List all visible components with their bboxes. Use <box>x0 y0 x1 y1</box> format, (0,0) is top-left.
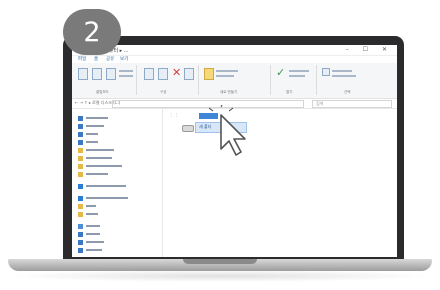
select-none-label <box>332 75 356 77</box>
folder-icon <box>78 163 83 169</box>
select-all-icon[interactable] <box>322 68 330 76</box>
folder-icon <box>78 171 83 177</box>
cube-icon <box>78 231 83 237</box>
folder-icon <box>78 155 83 161</box>
group-label-open: 열기 <box>286 90 293 94</box>
easy-access-label <box>216 75 234 77</box>
copy-to-icon[interactable] <box>158 68 168 80</box>
nav-item-downloads-2[interactable] <box>78 239 104 245</box>
cloud-icon <box>78 183 83 189</box>
mouse-pointer-icon <box>209 105 246 156</box>
nav-item-onedrive-personal[interactable] <box>78 195 128 201</box>
ribbon-tabs: 파일 홈 공유 보기 <box>72 55 397 63</box>
copy-icon[interactable] <box>92 68 102 80</box>
tab-view[interactable]: 보기 <box>120 56 128 62</box>
group-label-new: 새로 만들기 <box>220 90 238 94</box>
path-field[interactable] <box>112 100 304 108</box>
documents-icon <box>78 131 83 137</box>
ribbon-group-organize: ✕ 구성 <box>138 65 199 95</box>
drive-icon[interactable] <box>182 125 194 132</box>
folder-icon <box>78 211 83 217</box>
nav-item-3d[interactable] <box>78 231 100 237</box>
ribbon-group-new: 새로 만들기 <box>200 65 271 95</box>
desktop-icon <box>78 115 83 121</box>
laptop-shadow <box>4 270 436 282</box>
ribbon-group-select: 선택 <box>318 65 392 95</box>
nav-item-onedrive[interactable] <box>78 183 126 189</box>
step-number: 2 <box>83 16 101 48</box>
copy-path-label <box>119 75 133 77</box>
ribbon-group-open: ✓ 열기 <box>272 65 317 95</box>
select-all-label <box>332 70 352 72</box>
nav-item-desktop[interactable] <box>78 115 108 121</box>
laptop-notch <box>183 259 257 264</box>
ribbon: 클립보드 ✕ 구성 새로 만들기 ✓ 열기 선택 <box>72 63 397 99</box>
folder-icon <box>78 147 83 153</box>
nav-item-this-pc[interactable] <box>78 223 100 229</box>
group-label-select: 선택 <box>344 90 351 94</box>
group-label-clipboard: 클립보드 <box>96 90 109 94</box>
cloud-icon <box>78 195 83 201</box>
nav-item-documents[interactable] <box>78 131 98 137</box>
nav-item-folder-4[interactable] <box>78 171 108 177</box>
open-label <box>289 70 309 72</box>
move-icon[interactable] <box>144 68 154 80</box>
documents-icon <box>78 247 83 253</box>
file-list: ⋮ ⋮ 새 폴더 <box>163 109 397 257</box>
pictures-icon <box>78 139 83 145</box>
column-handles: ⋮ ⋮ <box>169 112 179 117</box>
nav-item-folder-2[interactable] <box>78 155 112 161</box>
download-icon <box>78 239 83 245</box>
nav-item-pictures[interactable] <box>78 139 98 145</box>
step-number-badge: 2 <box>63 9 121 55</box>
window-controls[interactable]: – ☐ ✕ <box>346 46 393 53</box>
edit-label <box>289 75 305 77</box>
new-item-label <box>216 70 238 72</box>
tab-share[interactable]: 공유 <box>106 56 114 62</box>
navigation-pane <box>72 109 163 257</box>
tab-home[interactable]: 홈 <box>94 56 98 62</box>
download-icon <box>78 123 83 129</box>
nav-item-folder-3[interactable] <box>78 163 122 169</box>
nav-item-documents-2[interactable] <box>78 247 102 253</box>
paste-icon[interactable] <box>106 68 116 80</box>
nav-item-downloads[interactable] <box>78 123 104 129</box>
nav-item-folder-1[interactable] <box>78 147 114 153</box>
folder-icon <box>78 203 83 209</box>
nav-item-folder-5[interactable] <box>78 203 96 209</box>
properties-icon[interactable]: ✓ <box>276 66 285 79</box>
search-placeholder: 검색 <box>316 101 324 106</box>
pin-icon[interactable] <box>78 68 88 80</box>
ribbon-group-clipboard: 클립보드 <box>74 65 137 95</box>
delete-icon[interactable]: ✕ <box>172 66 181 79</box>
search-input[interactable]: 검색 <box>312 100 392 108</box>
rename-icon[interactable] <box>184 68 194 80</box>
cut-label <box>119 70 133 72</box>
nav-item-folder-6[interactable] <box>78 211 98 217</box>
new-folder-icon[interactable] <box>204 68 214 80</box>
group-label-organize: 구성 <box>160 90 167 94</box>
computer-icon <box>78 223 83 229</box>
tab-file[interactable]: 파일 <box>78 56 86 62</box>
